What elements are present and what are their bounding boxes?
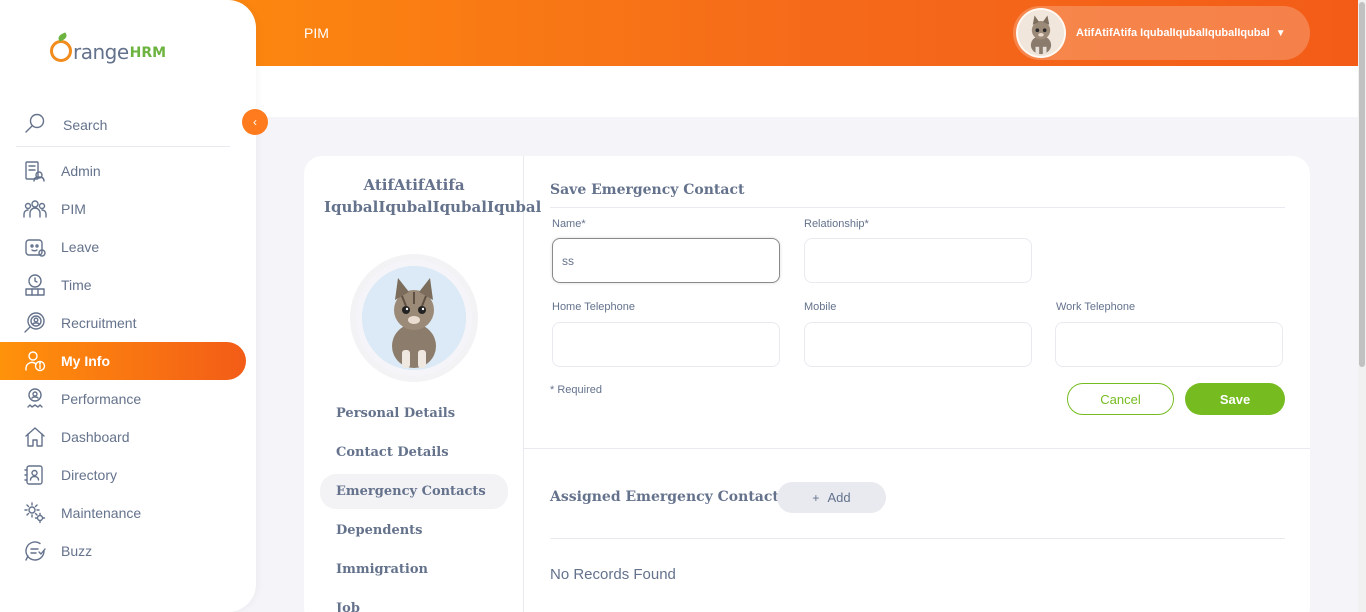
name-input[interactable] <box>552 238 780 283</box>
form-title: Save Emergency Contact <box>550 182 745 198</box>
sidebar-item-time[interactable]: Time <box>0 266 246 304</box>
work-telephone-input[interactable] <box>1055 322 1283 367</box>
sidebar-collapse-button[interactable]: ‹ <box>242 109 268 135</box>
search-label: Search <box>63 117 108 133</box>
sidebar-item-label: Directory <box>61 467 118 483</box>
tab-immigration[interactable]: Immigration <box>320 552 508 587</box>
sidebar-item-leave[interactable]: Leave <box>0 228 246 266</box>
sidebar-item-label: Performance <box>61 391 142 407</box>
module-title: PIM <box>304 25 329 41</box>
required-note: * Required <box>550 384 602 396</box>
sidebar-item-label: Admin <box>61 163 101 179</box>
scrollbar-thumb[interactable] <box>1359 2 1365 367</box>
add-label: Add <box>827 490 851 505</box>
dashboard-icon <box>23 425 47 449</box>
employee-name: AtifAtifAtifa IqubalIqubalIqubalIqubal <box>324 176 542 216</box>
emergency-contact-panel: Save Emergency Contact Name* Relationshi… <box>524 156 1310 612</box>
orangehrm-logo[interactable]: range HRM <box>50 32 166 64</box>
brand-hrm: HRM <box>129 45 167 61</box>
sidebar-item-label: My Info <box>61 353 110 369</box>
employee-photo[interactable] <box>356 260 472 376</box>
sidebar-item-label: Buzz <box>61 543 93 559</box>
sidebar-item-label: Leave <box>61 239 100 255</box>
recruitment-icon <box>23 311 47 335</box>
my-info-icon <box>23 349 47 373</box>
admin-icon <box>23 159 47 183</box>
sidebar-item-pim[interactable]: PIM <box>0 190 246 228</box>
sidebar-item-recruitment[interactable]: Recruitment <box>0 304 246 342</box>
save-button[interactable]: Save <box>1185 383 1285 415</box>
relationship-label: Relationship* <box>804 218 869 230</box>
buzz-icon <box>23 539 47 563</box>
page-scrollbar[interactable] <box>1358 0 1366 612</box>
tab-emergency-contacts[interactable]: Emergency Contacts <box>320 474 508 509</box>
home-telephone-input[interactable] <box>552 322 780 367</box>
maintenance-icon <box>23 501 47 525</box>
tab-dependents[interactable]: Dependents <box>320 513 508 548</box>
home-telephone-label: Home Telephone <box>552 301 635 313</box>
mobile-input[interactable] <box>804 322 1032 367</box>
section-divider <box>524 448 1310 449</box>
no-records-text: No Records Found <box>550 566 676 583</box>
assigned-contacts-title: Assigned Emergency Contacts <box>550 489 787 505</box>
work-telephone-label: Work Telephone <box>1056 301 1136 313</box>
performance-icon <box>23 387 47 411</box>
sidebar-item-dashboard[interactable]: Dashboard <box>0 418 246 456</box>
relationship-input[interactable] <box>804 238 1032 283</box>
tab-personal-details[interactable]: Personal Details <box>320 396 508 431</box>
user-dropdown[interactable]: AtifAtifAtifa IqubalIqubalIqubalIqubal ▼ <box>1013 6 1310 60</box>
sidebar-item-label: Recruitment <box>61 315 137 331</box>
mobile-label: Mobile <box>804 301 837 313</box>
sidebar-item-performance[interactable]: Performance <box>0 380 246 418</box>
add-contact-button[interactable]: + Add <box>777 482 886 513</box>
sidebar-item-label: PIM <box>61 201 86 217</box>
kitten-photo-image <box>362 266 466 370</box>
orange-logo-icon <box>50 40 72 62</box>
directory-icon <box>23 463 47 487</box>
employee-card: AtifAtifAtifa IqubalIqubalIqubalIqubal P… <box>304 156 1310 612</box>
sidebar-item-label: Dashboard <box>61 429 130 445</box>
caret-down-icon: ▼ <box>1275 27 1286 39</box>
employee-tabs: Personal Details Contact Details Emergen… <box>320 396 508 612</box>
sidebar: range HRM Search Admin PIM Leave Time Re… <box>0 0 256 612</box>
sidebar-nav: Admin PIM Leave Time Recruitment My Info… <box>0 152 256 570</box>
sidebar-item-directory[interactable]: Directory <box>0 456 246 494</box>
time-icon <box>23 273 47 297</box>
sidebar-item-buzz[interactable]: Buzz <box>0 532 246 570</box>
cancel-button[interactable]: Cancel <box>1067 383 1174 415</box>
search-icon <box>23 111 47 140</box>
divider <box>550 538 1285 539</box>
sidebar-item-my-info[interactable]: My Info <box>0 342 246 380</box>
employee-side-panel: AtifAtifAtifa IqubalIqubalIqubalIqubal P… <box>304 156 542 612</box>
kitten-avatar-image <box>1018 10 1064 56</box>
sidebar-item-maintenance[interactable]: Maintenance <box>0 494 246 532</box>
brand-text: range <box>73 40 129 64</box>
sidebar-search[interactable]: Search <box>16 104 230 147</box>
name-label: Name* <box>552 218 586 230</box>
user-avatar <box>1016 8 1066 58</box>
divider <box>550 207 1285 208</box>
user-name: AtifAtifAtifa IqubalIqubalIqubalIqubal <box>1076 27 1270 39</box>
plus-icon: + <box>812 490 820 505</box>
tab-job[interactable]: Job <box>320 591 508 612</box>
leave-icon <box>23 235 47 259</box>
sidebar-item-label: Time <box>61 277 92 293</box>
sidebar-item-label: Maintenance <box>61 505 142 521</box>
pim-icon <box>23 197 47 221</box>
sidebar-item-admin[interactable]: Admin <box>0 152 246 190</box>
tab-contact-details[interactable]: Contact Details <box>320 435 508 470</box>
